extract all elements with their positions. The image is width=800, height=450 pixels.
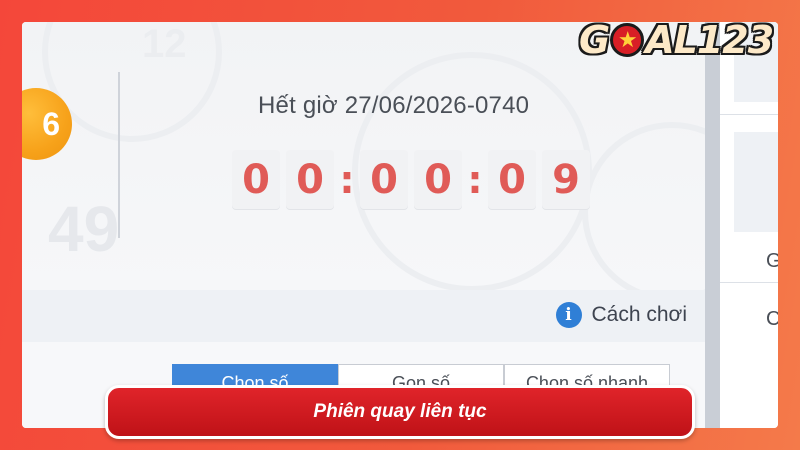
countdown-separator: : [467, 158, 483, 202]
lottery-main-area: 49 12 6 Hết giờ 27/06/2026-0740 0 0 : 0 … [22, 22, 705, 428]
background-number: 12 [142, 22, 187, 66]
side-panel-divider [720, 114, 778, 115]
side-panel-text: G [766, 250, 778, 272]
how-to-play-link[interactable]: i Cách chơi [555, 302, 687, 328]
countdown-hours-tens: 0 [232, 150, 280, 210]
vertical-divider [118, 72, 120, 238]
star-icon: ★ [610, 23, 645, 57]
countdown-minutes-ones: 0 [414, 150, 462, 210]
countdown-minutes-tens: 0 [360, 150, 408, 210]
logo-wordmark: G ★ AL123 [579, 18, 774, 62]
countdown-separator: : [339, 158, 355, 202]
side-panel-block [734, 132, 778, 232]
countdown-seconds-tens: 0 [488, 150, 536, 210]
background-number: 49 [48, 193, 120, 265]
logo-text-end: AL123 [645, 18, 774, 62]
draw-deadline: Hết giờ 27/06/2026-0740 [258, 92, 530, 119]
background-ring [582, 122, 705, 290]
countdown-timer: 0 0 : 0 0 : 0 9 [232, 150, 596, 210]
side-panel-text: C [766, 308, 778, 330]
caption-banner: Phiên quay liên tục [105, 385, 695, 439]
info-icon: i [555, 302, 582, 328]
draw-header: 49 12 6 Hết giờ 27/06/2026-0740 0 0 : 0 … [22, 22, 705, 290]
countdown-hours-ones: 0 [286, 150, 334, 210]
how-to-play-label: Cách chơi [591, 303, 687, 326]
side-panel-divider [720, 282, 778, 283]
app-screenshot: 49 12 6 Hết giờ 27/06/2026-0740 0 0 : 0 … [22, 22, 778, 428]
countdown-seconds-ones: 9 [542, 150, 590, 210]
brand-logo: G ★ AL123 [579, 18, 774, 62]
caption-text: Phiên quay liên tục [313, 401, 487, 422]
help-bar: i Cách chơi [22, 290, 705, 342]
scrollbar[interactable] [705, 22, 720, 428]
side-panel: G C [720, 22, 778, 428]
logo-text-start: G [579, 18, 610, 62]
